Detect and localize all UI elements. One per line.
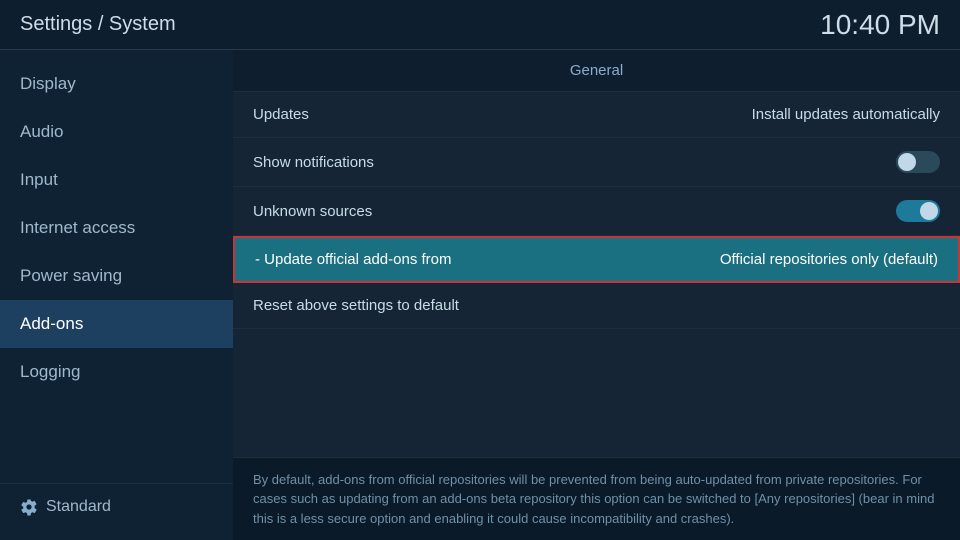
toggle-show-notifications[interactable]	[896, 151, 940, 173]
setting-row-unknown-sources[interactable]: Unknown sources	[233, 187, 960, 236]
setting-row-reset-settings[interactable]: Reset above settings to default	[233, 283, 960, 329]
setting-row-show-notifications[interactable]: Show notifications	[233, 138, 960, 187]
setting-label-update-official-add-ons: - Update official add-ons from	[255, 251, 452, 268]
sidebar: Display Audio Input Internet access Powe…	[0, 50, 233, 540]
sidebar-item-label: Power saving	[20, 266, 122, 286]
gear-icon	[20, 498, 38, 516]
toggle-knob	[920, 202, 938, 220]
sidebar-item-label: Internet access	[20, 218, 135, 238]
settings-list: Updates Install updates automatically Sh…	[233, 92, 960, 457]
sidebar-item-power-saving[interactable]: Power saving	[0, 252, 233, 300]
sidebar-item-label: Input	[20, 170, 58, 190]
sidebar-item-label: Display	[20, 74, 76, 94]
sidebar-item-display[interactable]: Display	[0, 60, 233, 108]
sidebar-item-internet-access[interactable]: Internet access	[0, 204, 233, 252]
setting-value-updates: Install updates automatically	[752, 106, 940, 123]
setting-label-reset-settings: Reset above settings to default	[253, 297, 459, 314]
main-layout: Display Audio Input Internet access Powe…	[0, 50, 960, 540]
content-area: General Updates Install updates automati…	[233, 50, 960, 540]
sidebar-item-label: Audio	[20, 122, 63, 142]
setting-label-updates: Updates	[253, 106, 309, 123]
clock: 10:40 PM	[820, 9, 940, 41]
description-footer: By default, add-ons from official reposi…	[233, 457, 960, 540]
setting-label-unknown-sources: Unknown sources	[253, 203, 372, 220]
section-header: General	[233, 50, 960, 92]
sidebar-item-audio[interactable]: Audio	[0, 108, 233, 156]
toggle-knob	[898, 153, 916, 171]
sidebar-item-label: Logging	[20, 362, 81, 382]
sidebar-item-logging[interactable]: Logging	[0, 348, 233, 396]
setting-row-updates[interactable]: Updates Install updates automatically	[233, 92, 960, 138]
setting-value-update-official-add-ons: Official repositories only (default)	[720, 251, 938, 268]
sidebar-footer[interactable]: Standard	[0, 483, 233, 530]
sidebar-item-add-ons[interactable]: Add-ons	[0, 300, 233, 348]
profile-label: Standard	[46, 498, 111, 516]
header: Settings / System 10:40 PM	[0, 0, 960, 50]
sidebar-item-label: Add-ons	[20, 314, 83, 334]
toggle-unknown-sources[interactable]	[896, 200, 940, 222]
sidebar-item-input[interactable]: Input	[0, 156, 233, 204]
setting-row-update-official-add-ons[interactable]: - Update official add-ons from Official …	[233, 236, 960, 283]
setting-label-show-notifications: Show notifications	[253, 154, 374, 171]
page-title: Settings / System	[20, 13, 176, 36]
